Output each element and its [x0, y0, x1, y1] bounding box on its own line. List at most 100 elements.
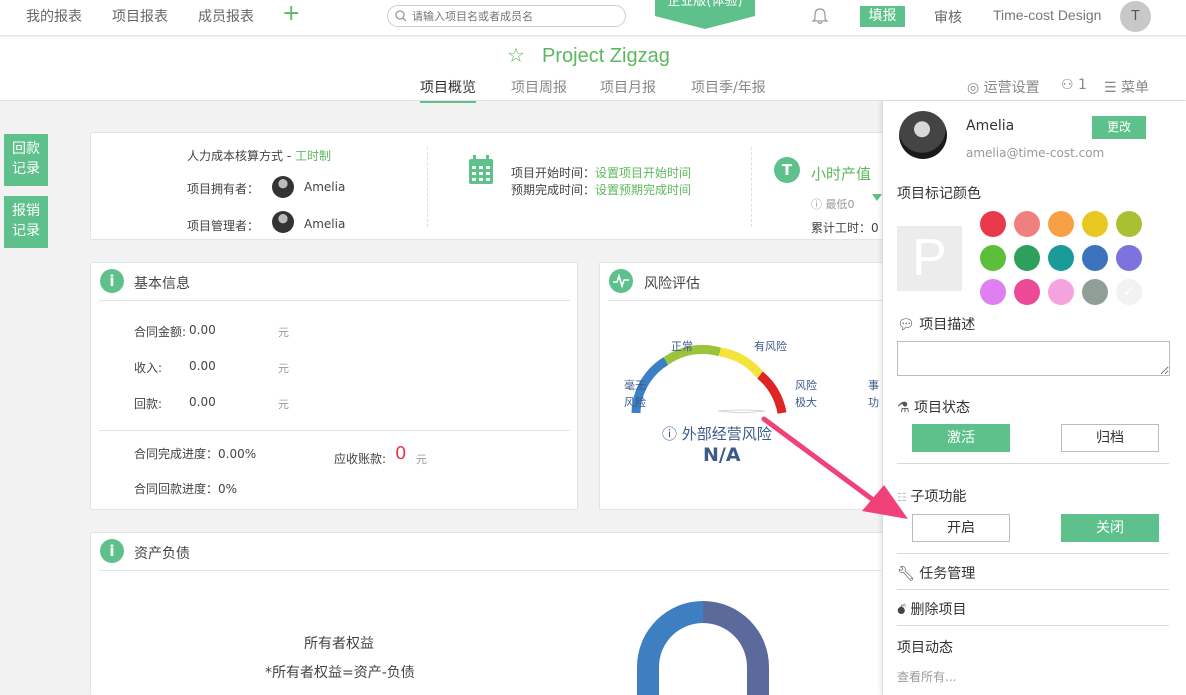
color-swatch[interactable]	[1082, 211, 1108, 237]
nav-member-reports[interactable]: 成员报表	[198, 6, 254, 26]
manager-label: 项目管理者：	[187, 219, 260, 233]
color-swatch[interactable]	[1116, 245, 1142, 271]
expense-records-button[interactable]: 报销 记录	[4, 196, 48, 248]
company-name[interactable]: Time-cost Design	[993, 7, 1101, 23]
external-risk-label: ⓘ 外部经营风险	[662, 425, 772, 443]
bomb-icon: 💣︎	[897, 602, 911, 618]
task-management-link[interactable]: 🔧︎ 任务管理	[897, 563, 975, 583]
contract-amount-value: 0.00	[189, 323, 216, 337]
cost-method-value[interactable]: 工时制	[295, 149, 331, 163]
t-icon: T	[774, 157, 800, 183]
contract-collection: 合同回款进度：0%	[134, 482, 238, 496]
hourly-output-title: 小时产值	[811, 165, 872, 183]
divider	[99, 430, 570, 431]
payment-value: 0.00	[189, 395, 216, 409]
divider	[897, 553, 1169, 554]
triangle-down-icon	[872, 194, 882, 201]
owner-label: 项目拥有者：	[187, 182, 260, 196]
risk-none-label: 毫无 风险	[624, 379, 646, 409]
delete-project-link[interactable]: 💣︎ 删除项目	[897, 599, 967, 619]
manager-avatar	[272, 211, 294, 233]
top-bar: 我的报表 项目报表 成员报表 + 企业版(体验) 填报 审核 Time-cost…	[0, 0, 1186, 36]
color-swatch[interactable]	[1048, 245, 1074, 271]
status-label: ⚗ 项目状态	[897, 400, 971, 416]
review-link[interactable]: 审核	[934, 7, 962, 27]
info-icon: i	[100, 539, 124, 563]
user-email: amelia@time-cost.com	[966, 146, 1105, 160]
color-swatch[interactable]	[1082, 279, 1108, 305]
open-button[interactable]: 开启	[912, 514, 1010, 542]
activate-button[interactable]: 激活	[912, 424, 1010, 452]
member-count[interactable]: ⚇ 1	[1061, 77, 1087, 93]
tab-overview[interactable]: 项目概览	[420, 77, 476, 103]
owner-avatar	[272, 176, 294, 198]
info-icon: ⓘ	[811, 198, 826, 211]
receivable-label: 应收账款:	[334, 452, 387, 466]
tab-monthly[interactable]: 项目月报	[600, 77, 656, 97]
color-swatch[interactable]	[980, 279, 1006, 305]
bell-icon[interactable]	[812, 7, 828, 25]
divider	[608, 300, 890, 301]
assets-card: i 资产负债 所有者权益 *所有者权益=资产-负债	[90, 532, 890, 695]
add-icon[interactable]: +	[282, 2, 300, 26]
set-end-time-link[interactable]: 设置预期完成时间	[595, 183, 691, 197]
search-box[interactable]	[387, 5, 626, 27]
owner-name: Amelia	[304, 180, 346, 194]
color-swatch[interactable]	[1116, 211, 1142, 237]
description-label: 💬︎ 项目描述	[897, 317, 976, 333]
user-name: Amelia	[966, 118, 1015, 134]
description-input[interactable]	[897, 341, 1170, 376]
archive-button[interactable]: 归档	[1061, 424, 1159, 452]
nav-project-reports[interactable]: 项目报表	[112, 6, 168, 26]
menu-button[interactable]: ☰ 菜单	[1104, 77, 1149, 97]
search-input[interactable]	[412, 8, 617, 24]
color-swatch[interactable]	[1048, 211, 1074, 237]
flask-icon: ⚗	[897, 400, 915, 416]
income-unit: 元	[278, 362, 289, 375]
fill-report-button[interactable]: 填报	[860, 6, 905, 27]
total-hours: 累计工时：0	[811, 221, 879, 235]
cost-method: 人力成本核算方式 - 工时制	[187, 149, 331, 163]
risk-risky-label: 有风险	[754, 340, 787, 353]
project-settings-panel: Amelia amelia@time-cost.com 更改 项目标记颜色 P …	[882, 101, 1186, 695]
project-title: Project Zigzag	[542, 45, 670, 67]
risk-partial-label: 事 功	[868, 379, 879, 409]
edition-badge: 企业版(体验)	[655, 0, 755, 29]
risk-value: N/A	[703, 444, 741, 466]
contract-amount-label: 合同金额:	[134, 325, 187, 339]
user-avatar[interactable]: T	[1120, 1, 1151, 32]
divider	[751, 147, 752, 227]
comment-icon: 💬︎	[897, 317, 920, 333]
color-swatch[interactable]	[980, 245, 1006, 271]
info-icon: ⓘ	[662, 425, 682, 443]
change-button[interactable]: 更改	[1092, 116, 1146, 139]
close-button[interactable]: 关闭	[1061, 514, 1159, 542]
start-time: 项目开始时间：设置项目开始时间	[511, 166, 692, 180]
tab-quarterly[interactable]: 项目季/年报	[691, 77, 766, 97]
receivable-value: 0	[395, 443, 407, 464]
risk-title: 风险评估	[644, 276, 700, 292]
search-icon	[395, 10, 407, 22]
color-swatch[interactable]	[1014, 211, 1040, 237]
payment-unit: 元	[278, 398, 289, 411]
tab-weekly[interactable]: 项目周报	[511, 77, 567, 97]
risk-normal-label: 正常	[671, 340, 693, 353]
color-swatch[interactable]	[1014, 279, 1040, 305]
color-swatch-selected[interactable]: ✓	[1116, 279, 1142, 305]
project-header: ☆ Project Zigzag 项目概览 项目周报 项目月报 项目季/年报 ◎…	[0, 37, 1186, 103]
ops-settings-link[interactable]: ◎ 运营设置	[967, 77, 1040, 97]
divider	[99, 570, 881, 571]
income-value: 0.00	[189, 359, 216, 373]
wrench-icon: 🔧︎	[897, 566, 920, 582]
set-start-time-link[interactable]: 设置项目开始时间	[595, 166, 691, 180]
nav-my-reports[interactable]: 我的报表	[26, 6, 82, 26]
star-icon[interactable]: ☆	[507, 43, 525, 67]
color-swatch[interactable]	[1048, 279, 1074, 305]
color-swatch[interactable]	[1082, 245, 1108, 271]
color-swatch[interactable]	[980, 211, 1006, 237]
assets-donut-chart	[637, 601, 769, 695]
color-swatch[interactable]	[1014, 245, 1040, 271]
view-all-link[interactable]: 查看所有...	[897, 668, 956, 685]
pulse-icon	[609, 269, 633, 293]
payment-records-button[interactable]: 回款 记录	[4, 134, 48, 186]
